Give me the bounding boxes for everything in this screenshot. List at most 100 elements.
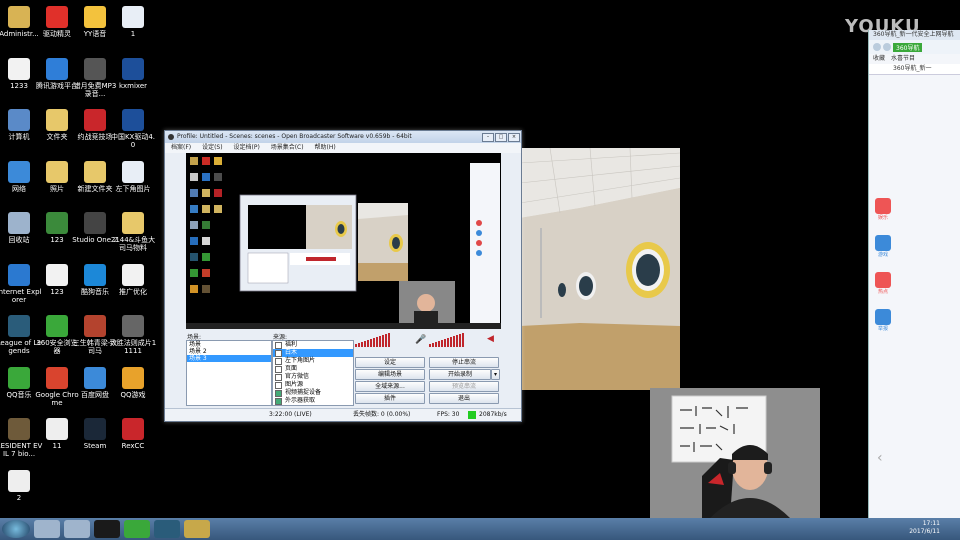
source-item[interactable]: 官方微信: [273, 373, 353, 381]
desktop-app-icon: [46, 109, 68, 131]
desktop-app-icon: [46, 212, 68, 234]
room-video: [520, 148, 680, 390]
desktop-app-icon: [8, 315, 30, 337]
obs-statusbar: 3:22:00 (LIVE) 丢失帧数: 0 (0.00%) FPS: 30 2…: [165, 408, 521, 421]
obs-preview[interactable]: [186, 153, 501, 323]
stream-time: 3:22:00 (LIVE): [269, 411, 312, 418]
desktop-icon-label: 左下角图片: [115, 184, 151, 193]
global-sources-button[interactable]: 全域来源...: [355, 381, 425, 392]
source-item[interactable]: 视频捕捉设备: [273, 389, 353, 397]
tray-clock[interactable]: 17:11 2017/6/11: [909, 520, 940, 536]
settings-button[interactable]: 设定: [355, 357, 425, 368]
desktop-icon[interactable]: kxmixer: [109, 57, 157, 90]
edit-scene-button[interactable]: 编辑场景: [355, 369, 425, 380]
taskbar-360-icon[interactable]: [124, 520, 150, 538]
page-tab[interactable]: 360导航_新一: [869, 64, 960, 75]
source-item[interactable]: 图片源: [273, 381, 353, 389]
desktop-icon-label: kxmixer: [118, 81, 148, 90]
source-checkbox[interactable]: [275, 357, 282, 365]
menu-file[interactable]: 档案(F): [171, 144, 191, 151]
source-checkbox[interactable]: [275, 365, 282, 373]
minimize-button[interactable]: –: [482, 133, 494, 142]
source-checkbox[interactable]: [275, 341, 282, 349]
desktop-icon[interactable]: RexCC: [109, 418, 157, 450]
obs-titlebar[interactable]: Profile: Untitled - Scenes: scenes - Ope…: [165, 131, 521, 143]
nav-home-button[interactable]: 360导航: [893, 42, 923, 52]
desktop-icon[interactable]: 2144&斗鱼大司马物料: [109, 212, 157, 252]
desktop-icon[interactable]: 致胜法则成片11111: [109, 315, 157, 355]
stop-stream-button[interactable]: 停止串流: [429, 357, 499, 368]
desktop-app-icon: [122, 6, 144, 28]
desktop-app-icon: [46, 315, 68, 337]
source-item[interactable]: 页面: [273, 365, 353, 373]
scene-item[interactable]: 场景: [187, 341, 271, 348]
game-icon[interactable]: [875, 235, 891, 251]
source-checkbox[interactable]: [275, 397, 282, 405]
forward-icon[interactable]: [883, 43, 891, 51]
desktop-icon[interactable]: 1: [109, 6, 157, 38]
source-checkbox[interactable]: [275, 373, 282, 381]
scenes-list[interactable]: 场景 场景 2 场景 3: [186, 340, 272, 406]
source-item[interactable]: 白木: [273, 349, 353, 357]
source-label: 视频捕捉设备: [285, 389, 322, 396]
desktop-app-icon: [122, 366, 144, 389]
desktop-app-icon: [122, 212, 144, 234]
speaker-icon[interactable]: ◀: [487, 334, 494, 344]
taskbar-game-icon[interactable]: [184, 520, 210, 538]
bitrate-readout: 2087kb/s: [479, 411, 507, 418]
scene-item[interactable]: 场景 2: [187, 348, 271, 355]
desktop-icon[interactable]: QQ游戏: [109, 366, 157, 399]
menu-profile[interactable]: 设定档(P): [233, 144, 259, 151]
desktop-app-icon: [122, 57, 144, 80]
back-icon[interactable]: [873, 43, 881, 51]
side-item-label: 热点: [877, 289, 888, 295]
start-recording-button[interactable]: 开始录制: [429, 369, 491, 380]
source-item[interactable]: 福利: [273, 341, 353, 349]
chevron-left-icon[interactable]: ‹: [877, 450, 883, 466]
menu-help[interactable]: 帮助(H): [315, 144, 336, 151]
plugins-button[interactable]: 插件: [355, 393, 425, 404]
tray-date: 2017/6/11: [909, 528, 940, 535]
bookmark-item[interactable]: 收藏: [873, 54, 885, 64]
source-checkbox[interactable]: [275, 381, 282, 389]
sources-list[interactable]: 福利 白木 左下角图片 页面 官方微信 图片源 视频捕捉设备 外示器获取: [272, 340, 354, 406]
hot-icon[interactable]: [875, 272, 891, 288]
desktop-app-icon: [84, 263, 106, 286]
source-label: 外示器获取: [285, 397, 316, 404]
source-checkbox[interactable]: [275, 349, 282, 357]
desktop-icon[interactable]: 推广优化: [109, 263, 157, 296]
desktop-app-icon: [46, 160, 68, 183]
menu-settings[interactable]: 设定(S): [202, 144, 223, 151]
scene-item[interactable]: 场景 3: [187, 355, 271, 362]
bookmark-item[interactable]: 水喜节目: [891, 54, 915, 64]
start-button[interactable]: [2, 520, 30, 538]
desktop-icon[interactable]: 2: [0, 469, 43, 502]
close-button[interactable]: ×: [508, 133, 520, 142]
side-item-label: 娱乐: [877, 215, 888, 221]
menu-scene-collection[interactable]: 场景集合(C): [271, 144, 304, 151]
preview-stream-button[interactable]: 预览串流: [429, 381, 499, 392]
desktop-app-icon: [8, 469, 30, 492]
browser-tab[interactable]: 360导航_新一代安全上网导航: [869, 30, 960, 40]
desktop-app-icon: [122, 109, 144, 131]
source-item[interactable]: 外示器获取: [273, 397, 353, 405]
recording-dropdown-button[interactable]: ▾: [491, 369, 500, 380]
desktop-icon[interactable]: 中国KX驱动4.0: [109, 109, 157, 149]
taskbar-explorer-icon[interactable]: [64, 520, 90, 538]
taskbar-obs-icon[interactable]: [94, 520, 120, 538]
desktop-volume-icon[interactable]: 🎤: [415, 335, 426, 345]
desktop-app-icon: [8, 212, 30, 234]
exit-button[interactable]: 退出: [429, 393, 499, 404]
desktop-app-icon: [122, 315, 144, 337]
mic-audio-meter: [429, 333, 464, 347]
source-checkbox[interactable]: [275, 389, 282, 397]
maximize-button[interactable]: □: [495, 133, 507, 142]
report-icon[interactable]: [875, 309, 891, 325]
desktop-icon[interactable]: 左下角图片: [109, 160, 157, 193]
taskbar-lol-icon[interactable]: [154, 520, 180, 538]
taskbar-chrome-icon[interactable]: [34, 520, 60, 538]
source-item[interactable]: 左下角图片: [273, 357, 353, 365]
desktop-app-icon: [8, 160, 30, 183]
desktop-app-icon: [8, 366, 30, 389]
entertainment-icon[interactable]: [875, 198, 891, 214]
